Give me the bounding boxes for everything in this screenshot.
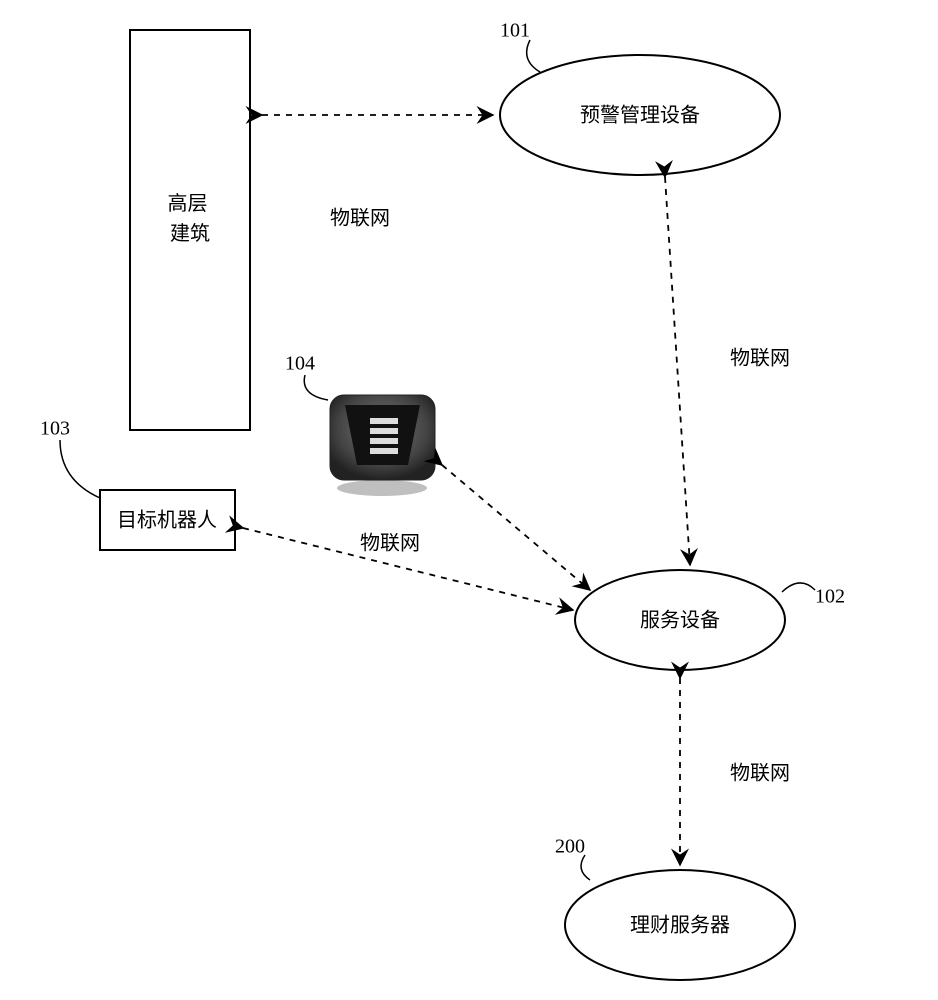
node-service-device: 服务设备 102 [575,570,845,670]
node-service-ref: 102 [815,586,845,608]
node-speaker-device: 104 [285,353,435,496]
diagram-canvas: 高层 建筑 预警管理设备 101 服务设备 102 理财服务器 200 目标机器… [0,0,938,1000]
node-target-robot: 目标机器人 103 [40,418,235,550]
node-finance-server: 理财服务器 200 [555,836,795,980]
edge-building-warning-label: 物联网 [330,207,390,230]
edge-warning-service: 物联网 [665,177,790,565]
node-robot-ref: 103 [40,418,70,440]
node-speaker-ref: 104 [285,353,315,375]
node-building: 高层 建筑 [130,30,250,430]
edge-robot-service-label: 物联网 [360,532,420,555]
edge-speaker-service [442,465,590,590]
edge-service-finance: 物联网 [680,678,790,865]
edge-warning-service-label: 物联网 [730,347,790,370]
node-finance-label: 理财服务器 [630,914,730,937]
node-finance-ref: 200 [555,836,585,858]
edge-service-finance-label: 物联网 [730,762,790,785]
node-building-label: 高层 建筑 [168,192,213,245]
edge-building-warning: 物联网 [262,115,493,230]
node-robot-label: 目标机器人 [117,509,217,532]
node-warning-label: 预警管理设备 [580,104,700,127]
node-warning-ref: 101 [500,20,530,42]
edge-robot-service: 物联网 [243,528,573,610]
node-service-label: 服务设备 [640,609,720,632]
node-warning-device: 预警管理设备 101 [500,20,780,175]
